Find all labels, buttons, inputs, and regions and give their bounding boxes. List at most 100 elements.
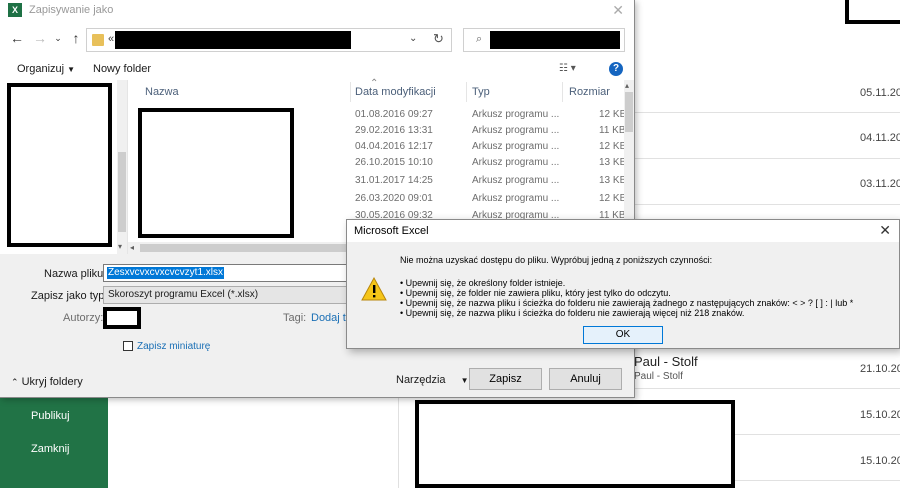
column-divider[interactable]	[562, 82, 563, 102]
hide-folders-label: Ukryj foldery	[21, 376, 83, 388]
file-date: 26.03.2020 09:01	[355, 193, 433, 204]
filetype-select[interactable]: Skoroszyt programu Excel (*.xlsx)	[103, 286, 353, 304]
close-icon[interactable]: ✕	[612, 2, 624, 19]
dialog-title: Zapisywanie jako	[29, 4, 114, 16]
help-icon[interactable]: ?	[609, 62, 623, 76]
dialog-title: Microsoft Excel	[354, 225, 429, 237]
sidebar-item-publish[interactable]: Publikuj	[31, 410, 70, 422]
filename-field[interactable]: Zesxvcvxcvxcvcvzyt1.xlsx	[103, 264, 353, 282]
file-type: Arkusz programu ...	[472, 175, 560, 186]
file-row[interactable]: 26.10.2015 10:10 Arkusz programu ... 13 …	[128, 155, 627, 171]
redacted-path	[115, 31, 351, 49]
file-date: 29.02.2016 13:31	[355, 125, 433, 136]
search-icon: ⌕	[476, 33, 483, 45]
recent-file-title[interactable]: Paul - Stolf	[634, 354, 698, 369]
file-row[interactable]: 04.04.2016 12:17 Arkusz programu ... 12 …	[128, 139, 627, 155]
new-folder-button[interactable]: Nowy folder	[93, 63, 151, 75]
file-type: Arkusz programu ...	[472, 193, 560, 204]
scrollbar-thumb[interactable]	[118, 152, 126, 232]
column-header-name[interactable]: Nazwa	[145, 86, 179, 98]
file-list-scrollbar[interactable]: ▴	[624, 80, 634, 242]
warning-icon	[361, 277, 387, 301]
organize-button[interactable]: Organizuj ▼	[17, 63, 75, 75]
column-header-size[interactable]: Rozmiar	[569, 86, 610, 98]
search-input[interactable]: ⌕	[463, 28, 625, 52]
column-header-type[interactable]: Typ	[472, 86, 490, 98]
up-arrow-icon[interactable]: ↑	[67, 30, 85, 46]
filetype-value: Skoroszyt programu Excel (*.xlsx)	[108, 289, 259, 300]
navigation-pane-scrollbar[interactable]: ▾	[117, 80, 127, 254]
column-divider[interactable]	[466, 82, 467, 102]
navigation-bar: ← → ⌄ ↑ « ⌄ ↻ ⌕	[0, 22, 634, 58]
scroll-up-arrow-icon[interactable]: ▴	[625, 81, 629, 90]
file-row[interactable]: 01.08.2016 09:27 Arkusz programu ... 12 …	[128, 107, 627, 123]
dialog-titlebar: X Zapisywanie jako ✕	[0, 0, 634, 22]
save-button[interactable]: Zapisz	[469, 368, 542, 390]
file-type: Arkusz programu ...	[472, 141, 560, 152]
divider	[635, 388, 900, 389]
error-message: Nie można uzyskać dostępu do pliku. Wypr…	[400, 255, 713, 265]
organize-label: Organizuj	[17, 63, 65, 75]
refresh-icon[interactable]: ↻	[433, 31, 444, 47]
command-bar: Organizuj ▼ Nowy folder ☷ ▾ ?	[0, 58, 634, 80]
file-type: Arkusz programu ...	[472, 109, 560, 120]
chevron-down-icon[interactable]: ⌄	[409, 33, 417, 44]
chevron-down-icon: ▼	[67, 65, 76, 74]
divider	[635, 158, 900, 159]
file-row[interactable]: 26.03.2020 09:01 Arkusz programu ... 12 …	[128, 191, 627, 207]
file-row[interactable]: 29.02.2016 13:31 Arkusz programu ... 11 …	[128, 123, 626, 139]
address-bar[interactable]: « ⌄ ↻	[86, 28, 452, 52]
scroll-left-arrow-icon[interactable]: ◂	[130, 243, 134, 252]
dialog-titlebar: Microsoft Excel ✕	[347, 220, 899, 242]
scrollbar-thumb[interactable]	[625, 92, 633, 132]
file-row[interactable]: 31.01.2017 14:25 Arkusz programu ... 13 …	[128, 173, 627, 189]
excel-logo-icon: X	[8, 3, 22, 17]
recent-date: 03.11.20	[860, 178, 900, 190]
divider	[398, 398, 399, 488]
error-suggestion: • Upewnij się, że nazwa pliku i ścieżka …	[400, 298, 854, 308]
tools-button[interactable]: Narzędzia ▼	[396, 374, 469, 386]
tags-label: Tagi:	[283, 312, 307, 324]
sidebar-item-close[interactable]: Zamknij	[31, 443, 70, 455]
file-date: 04.04.2016 12:17	[355, 141, 433, 152]
save-thumbnail-checkbox[interactable]	[123, 341, 133, 351]
file-date: 26.10.2015 10:10	[355, 157, 433, 168]
file-type: Arkusz programu ...	[472, 157, 560, 168]
view-options-icon[interactable]: ☷ ▾	[559, 63, 576, 74]
cancel-button[interactable]: Anuluj	[549, 368, 622, 390]
file-size: 13 KB	[599, 175, 627, 186]
recent-date: 15.10.20	[860, 455, 900, 467]
divider	[635, 204, 900, 205]
filename-label: Nazwa pliku:	[44, 268, 107, 280]
file-size: 12 KB	[599, 141, 627, 152]
scroll-down-arrow-icon[interactable]: ▾	[118, 242, 122, 251]
tools-label: Narzędzia	[396, 374, 446, 386]
filename-value: Zesxvcvxcvxcvcvzyt1.xlsx	[107, 267, 225, 279]
forward-arrow-icon[interactable]: →	[31, 30, 49, 46]
hide-folders-button[interactable]: ⌃ Ukryj foldery	[11, 376, 83, 388]
redacted-area	[7, 83, 112, 247]
breadcrumb-overflow[interactable]: «	[108, 33, 114, 45]
close-icon[interactable]: ✕	[879, 222, 891, 239]
ok-button[interactable]: OK	[583, 326, 663, 344]
navigation-pane[interactable]	[0, 80, 128, 254]
error-suggestion: • Upewnij się, że określony folder istni…	[400, 278, 566, 288]
recent-locations-chevron-icon[interactable]: ⌄	[49, 33, 67, 44]
error-dialog: Microsoft Excel ✕ Nie można uzyskać dost…	[346, 219, 900, 349]
column-header-date[interactable]: Data modyfikacji	[355, 86, 436, 98]
chevron-up-icon: ⌃	[11, 377, 19, 387]
back-arrow-icon[interactable]: ←	[8, 30, 26, 46]
folder-icon	[92, 34, 104, 46]
file-size: 12 KB	[599, 193, 627, 204]
file-date: 31.01.2017 14:25	[355, 175, 433, 186]
file-size: 13 KB	[599, 157, 627, 168]
file-size: 12 KB	[599, 109, 627, 120]
filetype-label: Zapisz jako typ:	[31, 290, 108, 302]
save-thumbnail-label[interactable]: Zapisz miniaturę	[137, 341, 210, 352]
redacted-area	[845, 0, 900, 24]
column-divider[interactable]	[350, 82, 351, 102]
divider	[635, 112, 900, 113]
recent-date: 15.10.20	[860, 409, 900, 421]
authors-label: Autorzy:	[63, 312, 104, 324]
recent-date: 04.11.20	[860, 132, 900, 144]
